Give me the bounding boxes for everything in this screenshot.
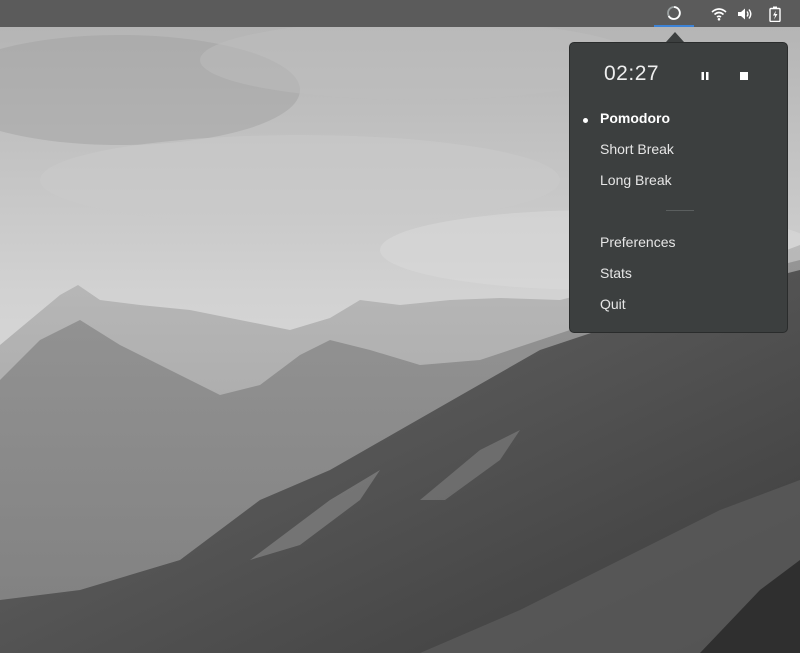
- menu-item-label: Pomodoro: [600, 110, 670, 126]
- menu-item-stats[interactable]: Stats: [570, 260, 787, 286]
- menu-item-long-break[interactable]: Long Break: [570, 167, 787, 193]
- popup-arrow: [666, 32, 684, 42]
- pause-button[interactable]: [695, 66, 715, 86]
- menu-item-quit[interactable]: Quit: [570, 291, 787, 317]
- menu-item-label: Short Break: [600, 141, 674, 157]
- menu-item-pomodoro[interactable]: Pomodoro: [570, 105, 787, 131]
- menu-item-label: Long Break: [600, 172, 672, 188]
- speaker-icon: [738, 8, 752, 19]
- menu-item-label: Quit: [600, 296, 626, 312]
- network-button[interactable]: [706, 0, 732, 27]
- menu-item-label: Stats: [600, 265, 632, 281]
- menu-item-short-break[interactable]: Short Break: [570, 136, 787, 162]
- active-bullet-icon: [583, 118, 588, 123]
- wifi-icon: [711, 7, 727, 21]
- volume-button[interactable]: [732, 0, 758, 27]
- menu-separator: [666, 210, 694, 211]
- battery-charging-icon: [769, 6, 781, 22]
- timer-display: 02:27: [604, 62, 660, 85]
- stop-icon: [740, 72, 748, 80]
- pomodoro-indicator-button[interactable]: [654, 0, 694, 27]
- pause-icon: [701, 72, 709, 80]
- battery-button[interactable]: [762, 0, 788, 27]
- menu-item-label: Preferences: [600, 234, 676, 250]
- timer-ring-icon: [667, 5, 681, 20]
- menu-item-preferences[interactable]: Preferences: [570, 229, 787, 255]
- stop-button[interactable]: [734, 66, 754, 86]
- pomodoro-popup-menu: 02:27 Pomodoro Short Break Long Break Pr…: [569, 42, 788, 333]
- top-bar: [0, 0, 800, 27]
